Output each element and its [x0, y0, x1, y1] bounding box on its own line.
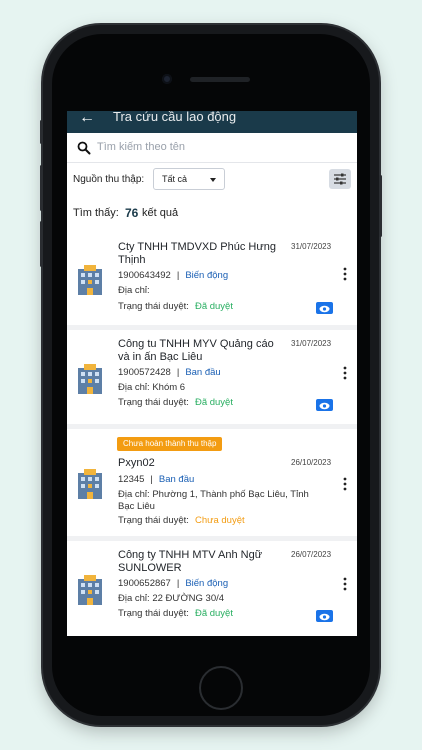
more-vertical-icon[interactable] — [342, 477, 348, 491]
more-vertical-icon[interactable] — [342, 577, 348, 591]
address-line: Địa chỉ: Khóm 6 — [118, 382, 318, 394]
status-badge: Đã duyệt — [194, 608, 233, 619]
search-bar[interactable]: Tìm kiếm theo tên — [67, 133, 357, 163]
building-icon — [78, 575, 102, 605]
address-label: Địa chỉ: — [118, 285, 150, 296]
phone-number: 1900652867 — [118, 578, 171, 589]
power-button — [379, 175, 382, 237]
sliders-icon — [334, 173, 346, 185]
earpiece-speaker — [190, 77, 250, 82]
date-label: 31/07/2023 — [291, 242, 332, 251]
address-label: Địa chỉ: — [118, 382, 150, 393]
app-header: ← Tra cứu cầu lao động — [67, 111, 357, 133]
status-line: Trạng thái duyệt: Đã duyệt — [118, 397, 233, 408]
result-count: Tìm thấy: 76 kết quả — [67, 197, 357, 227]
status-badge: Đã duyệt — [194, 397, 233, 408]
phone-number: 12345 — [118, 474, 145, 485]
result-prefix: Tìm thấy: — [73, 207, 119, 219]
status-line: Trạng thái duyệt: Chưa duyệt — [118, 515, 245, 526]
source-type: Biến động — [185, 270, 229, 281]
source-type: Biến động — [185, 578, 229, 589]
arrow-left-icon[interactable]: ← — [79, 111, 95, 128]
company-name: Công ty TNHH MTV Anh Ngữ SUNLOWER — [118, 549, 263, 574]
date-label: 26/10/2023 — [291, 458, 332, 467]
more-vertical-icon[interactable] — [342, 366, 348, 380]
list-item[interactable]: Công ty TNHH MTV Anh Ngữ SUNLOWER 26/07/… — [67, 541, 357, 636]
status-label: Trạng thái duyệt: — [118, 608, 189, 619]
volume-up-button — [40, 165, 43, 211]
source-filter-value: Tất cả — [162, 174, 188, 184]
building-icon — [78, 469, 102, 499]
view-button[interactable] — [316, 610, 333, 622]
address-value: 22 ĐƯỜNG 30/4 — [152, 593, 225, 604]
search-icon — [77, 141, 91, 155]
result-number: 76 — [125, 206, 139, 220]
search-input[interactable]: Tìm kiếm theo tên — [97, 141, 185, 153]
address-line: Địa chỉ: Phường 1, Thành phố Bạc Liêu, T… — [118, 489, 318, 513]
address-line: Địa chỉ: — [118, 285, 318, 297]
chevron-down-icon — [210, 178, 216, 182]
contact-line: 1900643492 | Biến động — [118, 270, 229, 281]
status-label: Trạng thái duyệt: — [118, 397, 189, 408]
building-icon — [78, 364, 102, 394]
contact-line: 12345 | Ban đầu — [118, 474, 195, 485]
phone-number: 1900643492 — [118, 270, 171, 281]
contact-line: 1900652867 | Biến động — [118, 578, 229, 589]
view-button[interactable] — [316, 302, 333, 314]
status-label: Trạng thái duyệt: — [118, 515, 189, 526]
status-line: Trạng thái duyệt: Đã duyệt — [118, 608, 233, 619]
source-type: Ban đầu — [158, 474, 195, 485]
list-item[interactable]: Cty TNHH TMDVXD Phúc Hưng Thịnh 31/07/20… — [67, 227, 357, 325]
front-camera — [162, 74, 172, 84]
eye-icon — [319, 305, 330, 313]
status-line: Trạng thái duyệt: Đã duyệt — [118, 301, 233, 312]
more-vertical-icon[interactable] — [342, 267, 348, 281]
address-value: Khóm 6 — [152, 382, 186, 393]
status-badge: Đã duyệt — [194, 301, 233, 312]
filter-bar: Nguồn thu thập: Tất cả — [67, 163, 357, 197]
list-item[interactable]: Công tu TNHH MYV Quảng cáo và in ấn Bạc … — [67, 330, 357, 424]
address-label: Địa chỉ: — [118, 489, 150, 500]
phone-number: 1900572428 — [118, 367, 171, 378]
page-title: Tra cứu cầu lao động — [113, 111, 237, 124]
view-button[interactable] — [316, 399, 333, 411]
list-item[interactable]: Chưa hoàn thành thu thập Pxyn02 26/10/20… — [67, 429, 357, 536]
address-line: Địa chỉ: 22 ĐƯỜNG 30/4 — [118, 593, 318, 605]
source-filter-dropdown[interactable]: Tất cả — [153, 168, 225, 190]
status-badge: Chưa hoàn thành thu thập — [117, 437, 223, 451]
address-label: Địa chỉ: — [118, 593, 150, 604]
company-name: Cty TNHH TMDVXD Phúc Hưng Thịnh — [118, 241, 276, 266]
home-button — [199, 666, 243, 710]
status-label: Trạng thái duyệt: — [118, 301, 189, 312]
date-label: 31/07/2023 — [291, 339, 332, 348]
source-filter-label: Nguồn thu thập: — [73, 174, 145, 185]
volume-down-button — [40, 221, 43, 267]
app-screen: ← Tra cứu cầu lao động Tìm kiếm theo tên… — [67, 111, 357, 636]
status-badge: Chưa duyệt — [194, 515, 245, 526]
company-name: Công tu TNHH MYV Quảng cáo và in ấn Bạc … — [118, 338, 274, 363]
contact-line: 1900572428 | Ban đầu — [118, 367, 221, 378]
filter-settings-button[interactable] — [329, 169, 351, 189]
company-name: Pxyn02 — [118, 457, 155, 469]
source-type: Ban đầu — [185, 367, 221, 378]
date-label: 26/07/2023 — [291, 550, 332, 559]
mute-switch — [40, 120, 43, 144]
eye-icon — [319, 613, 330, 621]
eye-icon — [319, 402, 330, 410]
result-suffix: kết quả — [142, 207, 179, 219]
building-icon — [78, 265, 102, 295]
phone-frame: ← Tra cứu cầu lao động Tìm kiếm theo tên… — [40, 25, 382, 725]
